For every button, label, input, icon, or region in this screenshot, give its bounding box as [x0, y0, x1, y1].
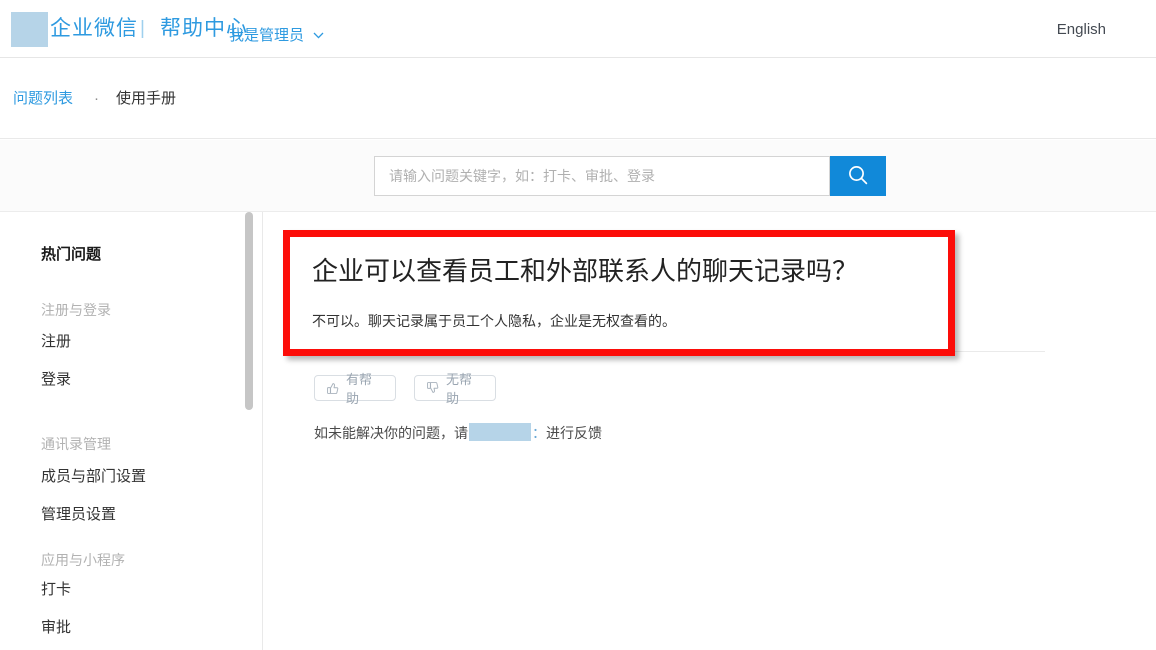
role-selector-label: 我是管理员: [229, 27, 305, 44]
search-button[interactable]: [830, 156, 886, 196]
feedback-note-prefix: 如未能解决你的问题，请: [314, 425, 468, 441]
thumbs-up-icon: [326, 381, 340, 395]
nav-item-question-list[interactable]: 问题列表: [13, 88, 73, 110]
sidebar: 热门问题 注册与登录 注册 登录 通讯录管理 成员与部门设置 管理员设置 应用与…: [0, 212, 263, 650]
help-center-page: 企业微信 | 帮助中心 English 问题列表 · 使用手册 我是管理员 热门…: [0, 0, 1156, 650]
thumbs-down-icon: [426, 381, 440, 395]
content-divider: [312, 351, 1045, 352]
brand-separator: |: [140, 18, 145, 39]
sidebar-scrollbar-thumb[interactable]: [245, 212, 253, 410]
sidebar-item-hot-questions[interactable]: 热门问题: [41, 244, 101, 266]
feedback-note-colon: ：: [532, 425, 546, 441]
brand-logo-icon: [11, 12, 48, 47]
brand-name[interactable]: 企业微信: [50, 16, 138, 42]
sidebar-group-title-contacts: 通讯录管理: [41, 436, 111, 452]
top-header: 企业微信 | 帮助中心 English: [0, 0, 1156, 58]
helpful-button-label: 有帮助: [346, 372, 373, 406]
unhelpful-button[interactable]: 无帮助: [414, 372, 496, 406]
unhelpful-button-label: 无帮助: [446, 372, 473, 406]
language-switch-link[interactable]: English: [1057, 19, 1106, 40]
feedback-note: 如未能解决你的问题，请 ：进行反馈: [314, 423, 602, 443]
search-icon: [847, 164, 869, 189]
helpful-button[interactable]: 有帮助: [314, 372, 396, 406]
answer-text: 不可以。聊天记录属于员工个人隐私，企业是无权查看的。: [312, 313, 676, 329]
search-input[interactable]: [374, 156, 830, 196]
sidebar-item-checkin[interactable]: 打卡: [41, 579, 71, 601]
nav-item-user-manual[interactable]: 使用手册: [116, 88, 176, 110]
nav-separator-dot: ·: [94, 90, 99, 107]
secondary-nav: 问题列表 · 使用手册: [0, 59, 1156, 139]
sidebar-item-register[interactable]: 注册: [41, 331, 71, 353]
feedback-note-suffix: 进行反馈: [546, 425, 602, 441]
redacted-link-block[interactable]: [469, 423, 531, 441]
sidebar-item-member-department-settings[interactable]: 成员与部门设置: [41, 466, 146, 488]
chevron-down-icon: [313, 32, 324, 39]
role-selector[interactable]: 我是管理员: [229, 25, 324, 47]
sidebar-group-title-apps: 应用与小程序: [41, 552, 125, 568]
sidebar-item-login[interactable]: 登录: [41, 369, 71, 391]
sidebar-item-admin-settings[interactable]: 管理员设置: [41, 504, 116, 526]
sidebar-item-approval[interactable]: 审批: [41, 617, 71, 639]
sidebar-group-title-register-login: 注册与登录: [41, 302, 111, 318]
question-title: 企业可以查看员工和外部联系人的聊天记录吗？: [312, 256, 859, 286]
